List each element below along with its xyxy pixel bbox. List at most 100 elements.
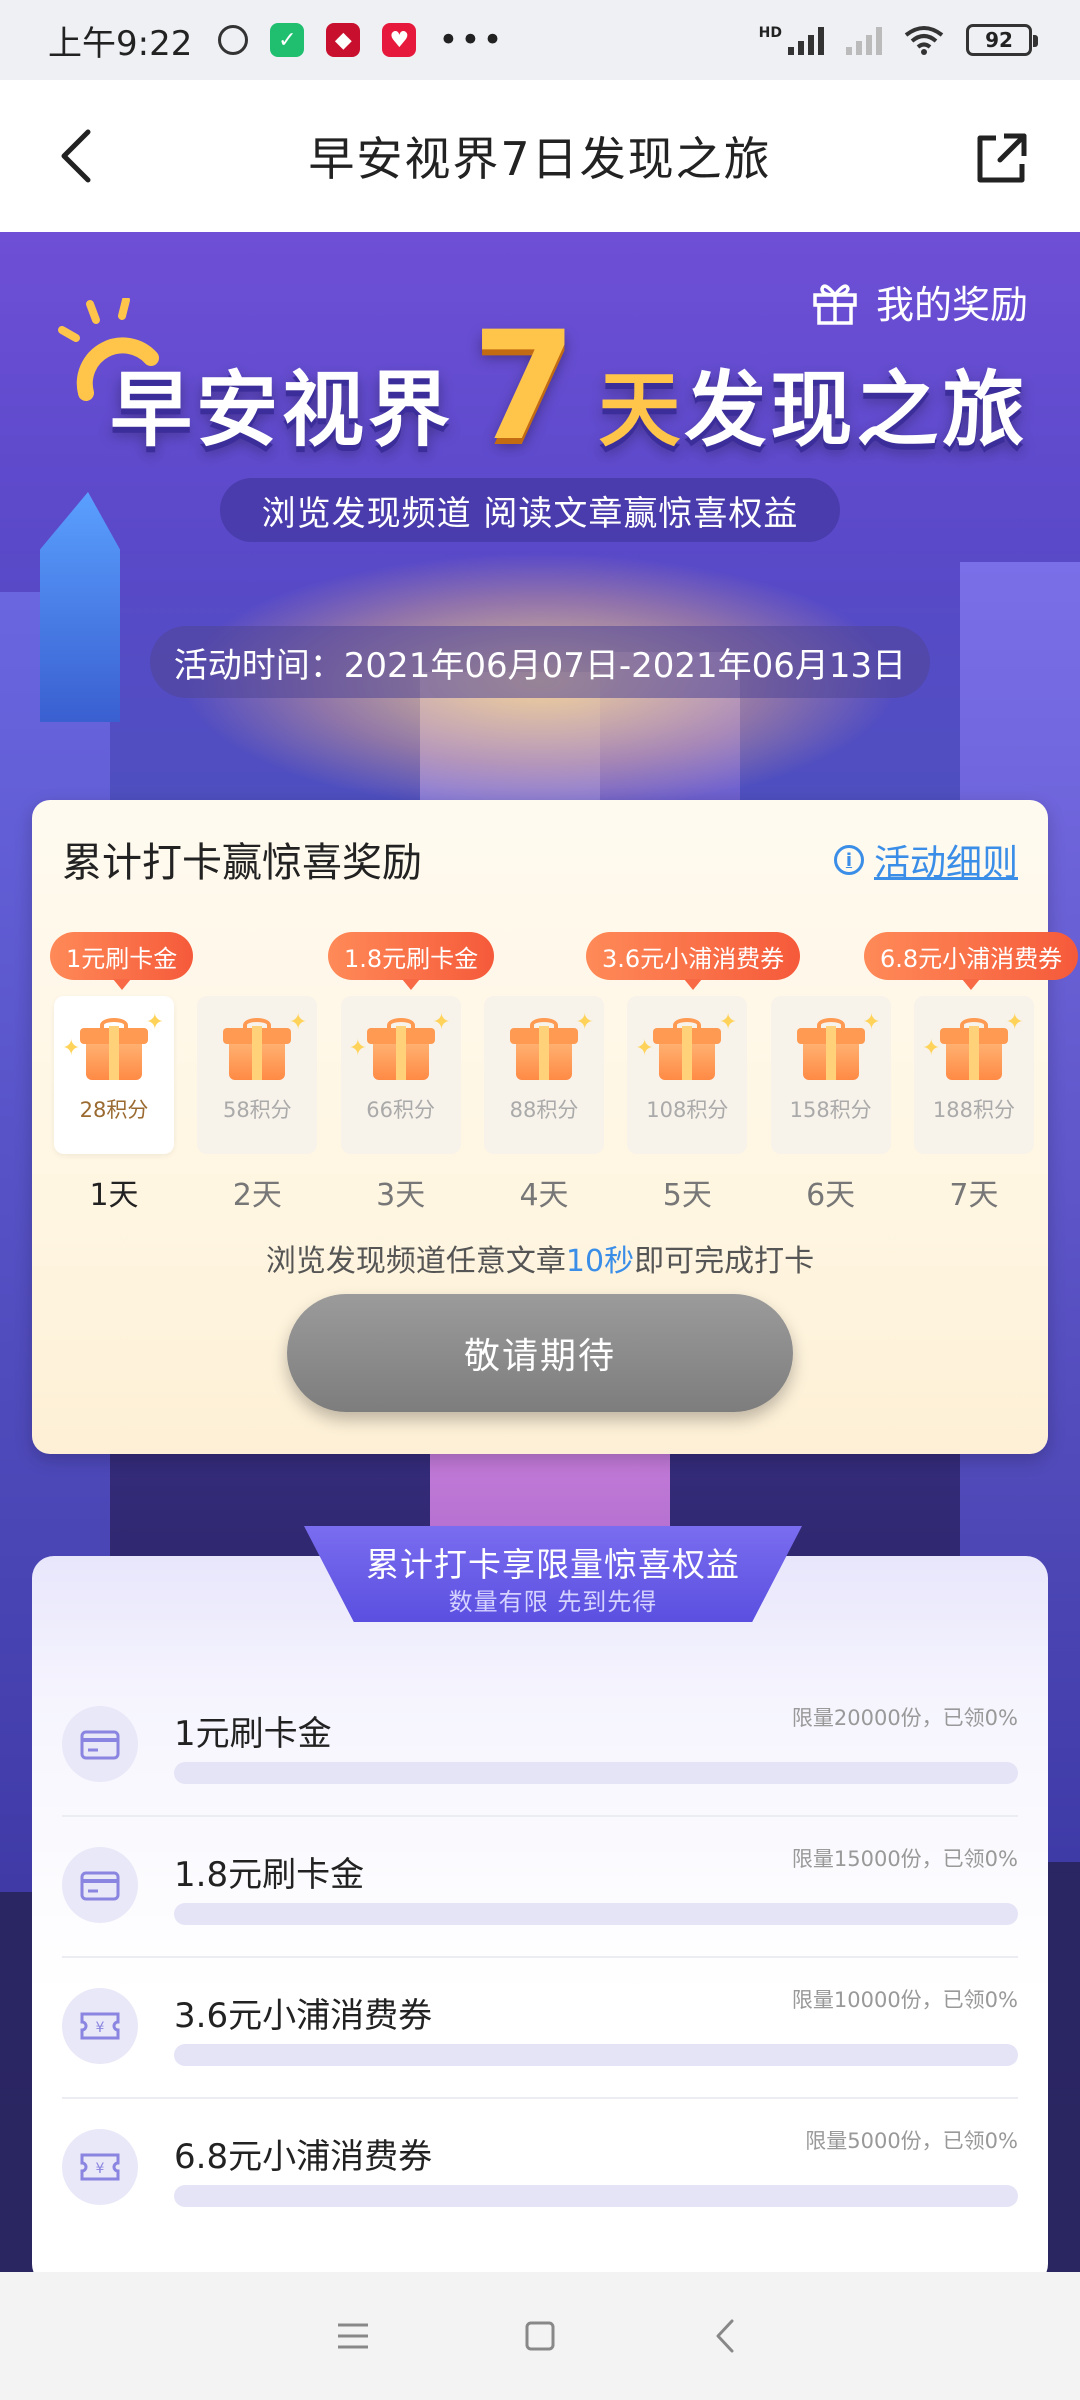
benefit-row: ¥ 6.8元小浦消费券 限量5000份，已领0%	[62, 2099, 1018, 2240]
benefit-quota: 限量5000份，已领0%	[805, 2129, 1018, 2153]
day-cell-6[interactable]: ✦ 158积分 6天	[770, 996, 891, 1214]
day-cell-7[interactable]: ✦ ✦ 188积分 7天	[913, 996, 1034, 1214]
day-points: 158积分	[789, 1098, 872, 1122]
benefits-subtitle: 数量有限 先到先得	[448, 1588, 658, 1616]
benefits-title: 累计打卡享限量惊喜权益	[366, 1545, 740, 1584]
checkin-hint-seconds: 10秒	[565, 1244, 635, 1279]
benefit-name: 3.6元小浦消费券	[174, 1996, 433, 2036]
day-label: 4天	[519, 1178, 569, 1213]
battery-icon: 92	[966, 24, 1038, 56]
svg-text:¥: ¥	[96, 2020, 105, 2036]
day-cell-2[interactable]: ✦ 58积分 2天	[197, 996, 318, 1214]
coupon-icon: ¥	[62, 2129, 138, 2205]
benefit-name: 1元刷卡金	[174, 1714, 332, 1754]
rules-link[interactable]: i 活动细则	[833, 834, 1018, 886]
status-bar: 上午9:22 ✓ ◆ ♥ ••• HD 92	[0, 0, 1080, 80]
day-cell-1[interactable]: ✦ ✦ 28积分 1天	[54, 996, 174, 1214]
benefits-list: 1元刷卡金 限量20000份，已领0% 1.8元刷卡金 限量15000份，已领0…	[62, 1676, 1018, 2240]
day-points: 108积分	[646, 1098, 729, 1122]
hero-title-suffix: 发现之旅	[684, 363, 1029, 458]
battery-level: 92	[985, 28, 1013, 52]
benefits-card: 累计打卡享限量惊喜权益 数量有限 先到先得 1元刷卡金 限量20000份，已领0…	[32, 1526, 1048, 2272]
app-bar: 早安视界7日发现之旅	[0, 80, 1080, 232]
day-points: 28积分	[79, 1098, 149, 1122]
home-icon[interactable]	[515, 2311, 565, 2361]
rules-link-label: 活动细则	[873, 843, 1018, 884]
signal-icon: HD	[759, 25, 824, 55]
benefit-progress	[174, 2185, 1018, 2207]
day-points: 88积分	[509, 1098, 579, 1122]
benefit-quota: 限量10000份，已领0%	[791, 1988, 1018, 2012]
gift-box-icon	[938, 1018, 1010, 1080]
wifi-icon	[904, 26, 944, 55]
benefit-row: ¥ 3.6元小浦消费券 限量10000份，已领0%	[62, 1958, 1018, 2099]
day-label: 5天	[662, 1178, 712, 1213]
alarm-icon	[218, 25, 249, 55]
gift-box-icon	[221, 1018, 293, 1080]
activity-period: 活动时间：2021年06月07日-2021年06月13日	[150, 626, 930, 698]
card-icon	[62, 1847, 138, 1923]
checkin-card: 累计打卡赢惊喜奖励 i 活动细则 1元刷卡金 1.8元刷卡金 3.6元小浦消费券…	[32, 800, 1079, 1454]
hero-title: 早安视界 7 天 发现之旅	[110, 292, 1028, 462]
day-label: 6天	[806, 1178, 856, 1213]
reward-tag-day5: 3.6元小浦消费券	[586, 932, 801, 990]
info-icon: i	[833, 845, 864, 875]
day-points: 66积分	[366, 1098, 436, 1122]
day-points: 58积分	[222, 1098, 292, 1122]
benefit-progress	[174, 1762, 1018, 1784]
day-cell-5[interactable]: ✦ ✦ 108积分 5天	[627, 996, 748, 1214]
shield-app-icon: ✓	[270, 23, 305, 57]
checkin-days: ✦ ✦ 28积分 1天 ✦ 58积分 2天 ✦ ✦ 66积分 3天 ✦ 88积分…	[54, 996, 1034, 1214]
svg-text:¥: ¥	[96, 2161, 105, 2177]
reward-tag-day1: 1元刷卡金	[50, 932, 194, 990]
benefit-quota: 限量20000份，已领0%	[791, 1706, 1018, 1730]
day-label: 7天	[949, 1178, 999, 1213]
day-points: 188积分	[932, 1098, 1016, 1122]
gift-box-icon	[651, 1018, 723, 1080]
network-type-label: HD	[758, 25, 782, 41]
share-icon[interactable]	[974, 130, 1030, 186]
hero-title-day: 天	[598, 363, 685, 458]
day-cell-3[interactable]: ✦ ✦ 66积分 3天	[340, 996, 461, 1214]
building-blue-roof	[40, 492, 120, 722]
benefit-row: 1元刷卡金 限量20000份，已领0%	[62, 1676, 1018, 1817]
signal-secondary-icon	[846, 25, 882, 55]
gift-box-icon	[508, 1018, 580, 1080]
benefit-row: 1.8元刷卡金 限量15000份，已领0%	[62, 1817, 1018, 1958]
checkin-hint-before: 浏览发现频道任意文章	[265, 1244, 566, 1279]
back-icon[interactable]	[702, 2311, 752, 2361]
hero-title-prefix: 早安视界	[110, 363, 455, 458]
day-label: 2天	[232, 1178, 282, 1213]
checkin-hint: 浏览发现频道任意文章10秒即可完成打卡	[32, 1236, 1048, 1280]
status-time: 上午9:22	[48, 23, 193, 64]
hero-subtitle: 浏览发现频道 阅读文章赢惊喜权益	[220, 478, 840, 542]
menu-icon[interactable]	[328, 2311, 378, 2361]
back-arrow-icon[interactable]	[48, 126, 108, 186]
day-label: 1天	[89, 1178, 139, 1213]
reward-tag-day3: 1.8元刷卡金	[328, 932, 495, 990]
benefit-quota: 限量15000份，已领0%	[791, 1847, 1018, 1871]
checkin-title: 累计打卡赢惊喜奖励	[62, 840, 422, 886]
game-app-icon: ◆	[326, 23, 361, 57]
shopping-app-icon: ♥	[382, 23, 417, 57]
more-notifications-icon: •••	[438, 20, 505, 60]
hero-section: 我的奖励 早安视界 7 天 发现之旅 浏览发现频道 阅读文章赢惊喜权益 活动时间…	[0, 232, 1080, 2272]
gift-box-icon	[795, 1018, 867, 1080]
gift-box-icon	[365, 1018, 437, 1080]
benefit-name: 6.8元小浦消费券	[174, 2137, 433, 2177]
reward-tags: 1元刷卡金 1.8元刷卡金 3.6元小浦消费券 6.8元小浦消费券	[32, 932, 1079, 990]
benefit-progress	[174, 1903, 1018, 1925]
card-icon	[62, 1706, 138, 1782]
benefits-banner: 累计打卡享限量惊喜权益 数量有限 先到先得	[304, 1526, 802, 1622]
system-nav-bar	[0, 2272, 1080, 2400]
benefit-progress	[174, 2044, 1018, 2066]
coming-soon-button[interactable]: 敬请期待	[287, 1294, 793, 1412]
reward-tag-day7: 6.8元小浦消费券	[864, 932, 1079, 990]
benefit-name: 1.8元刷卡金	[174, 1855, 365, 1895]
day-label: 3天	[376, 1178, 426, 1213]
page-title: 早安视界7日发现之旅	[308, 132, 772, 186]
day-cell-4[interactable]: ✦ 88积分 4天	[483, 996, 604, 1214]
gift-box-icon	[78, 1018, 150, 1080]
checkin-hint-after: 即可完成打卡	[634, 1244, 815, 1279]
coupon-icon: ¥	[62, 1988, 138, 2064]
